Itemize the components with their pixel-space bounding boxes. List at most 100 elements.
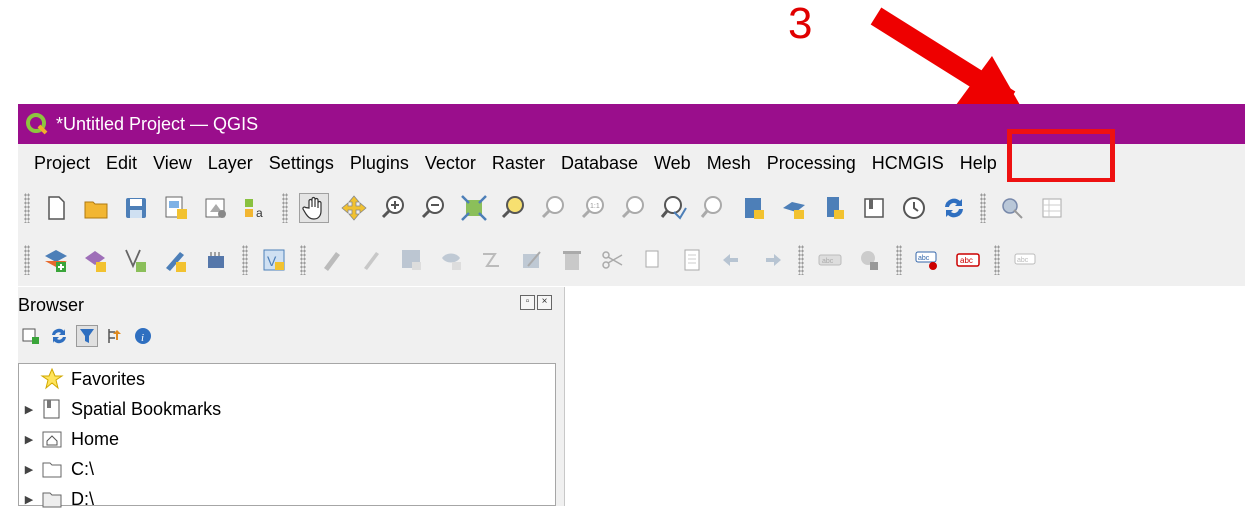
pin-label-icon[interactable]: abc: [913, 245, 943, 275]
toolbar-grip[interactable]: [24, 245, 30, 275]
new-temporary-layer-icon[interactable]: [201, 245, 231, 275]
save-project-icon[interactable]: [121, 193, 151, 223]
pan-to-selection-icon[interactable]: [339, 193, 369, 223]
current-edits-icon[interactable]: [317, 245, 347, 275]
menu-mesh[interactable]: Mesh: [699, 153, 759, 174]
modify-attributes-icon[interactable]: [517, 245, 547, 275]
menu-project[interactable]: Project: [18, 153, 98, 174]
tree-item-d-drive[interactable]: ▶ D:\: [19, 484, 94, 514]
digitize-pencil-icon[interactable]: [161, 245, 191, 275]
menu-raster[interactable]: Raster: [484, 153, 553, 174]
new-3d-map-view-icon[interactable]: [739, 193, 769, 223]
zoom-next-icon[interactable]: [659, 193, 689, 223]
zoom-to-layer-icon[interactable]: [539, 193, 569, 223]
new-spatial-bookmark-icon[interactable]: [779, 193, 809, 223]
toolbar-grip[interactable]: [300, 245, 306, 275]
menu-processing[interactable]: Processing: [759, 153, 864, 174]
show-bookmarks-icon[interactable]: [819, 193, 849, 223]
menu-plugins[interactable]: Plugins: [342, 153, 417, 174]
delete-selected-icon[interactable]: [557, 245, 587, 275]
qgis-logo-icon: [26, 113, 48, 135]
tree-item-favorites[interactable]: Favorites: [19, 364, 145, 394]
copy-features-icon[interactable]: [637, 245, 667, 275]
toolbar-grip[interactable]: [282, 193, 288, 223]
drive-folder-icon: [39, 487, 65, 511]
undo-icon[interactable]: [717, 245, 747, 275]
temporal-controller-icon[interactable]: [859, 193, 889, 223]
tree-item-c-drive[interactable]: ▶ C:\: [19, 454, 94, 484]
tree-item-label: Home: [71, 428, 120, 449]
new-print-layout-icon[interactable]: [161, 193, 191, 223]
panel-float-icon[interactable]: ▫: [520, 295, 535, 310]
move-label-icon[interactable]: abc: [1011, 245, 1041, 275]
new-geopackage-layer-icon[interactable]: [81, 245, 111, 275]
add-feature-icon[interactable]: [437, 245, 467, 275]
toolbar-grip[interactable]: [994, 245, 1000, 275]
toolbar-grip[interactable]: [980, 193, 986, 223]
digitize-vertex-icon[interactable]: [121, 245, 151, 275]
toolbar-grip[interactable]: [242, 245, 248, 275]
menu-vector[interactable]: Vector: [417, 153, 484, 174]
cut-features-icon[interactable]: [597, 245, 627, 275]
menu-web[interactable]: Web: [646, 153, 699, 174]
menu-help[interactable]: Help: [952, 153, 1005, 174]
redo-icon[interactable]: [757, 245, 787, 275]
map-canvas[interactable]: [565, 287, 1245, 506]
pan-icon[interactable]: [299, 193, 329, 223]
expand-caret-icon[interactable]: ▶: [19, 493, 39, 506]
tree-item-label: Spatial Bookmarks: [71, 398, 222, 419]
tree-item-home[interactable]: ▶ Home: [19, 424, 119, 454]
menu-edit[interactable]: Edit: [98, 153, 145, 174]
label-toolbar-icon[interactable]: abc: [815, 245, 845, 275]
open-project-icon[interactable]: [81, 193, 111, 223]
virtual-layer-icon[interactable]: V: [259, 245, 289, 275]
zoom-in-icon[interactable]: [379, 193, 409, 223]
zoom-to-selection-icon[interactable]: [499, 193, 529, 223]
star-icon: [39, 367, 65, 391]
expand-caret-icon[interactable]: ▶: [19, 463, 39, 476]
menu-layer[interactable]: Layer: [200, 153, 261, 174]
menu-settings[interactable]: Settings: [261, 153, 342, 174]
save-edits-icon[interactable]: [397, 245, 427, 275]
toolbar-grip[interactable]: [24, 193, 30, 223]
data-source-manager-icon[interactable]: [41, 245, 71, 275]
zoom-out-icon[interactable]: [419, 193, 449, 223]
panel-close-icon[interactable]: ×: [537, 295, 552, 310]
identify-icon[interactable]: [939, 193, 969, 223]
toolbar-grip[interactable]: [798, 245, 804, 275]
refresh-icon[interactable]: [48, 325, 70, 347]
vertex-tool-icon[interactable]: [477, 245, 507, 275]
diagram-icon[interactable]: [855, 245, 885, 275]
zoom-native-icon[interactable]: 1:1: [579, 193, 609, 223]
zoom-last-icon[interactable]: [619, 193, 649, 223]
properties-icon[interactable]: i: [132, 325, 154, 347]
add-selected-layers-icon[interactable]: [20, 325, 42, 347]
expand-caret-icon[interactable]: ▶: [19, 403, 39, 416]
tree-item-label: Favorites: [71, 368, 146, 389]
new-project-icon[interactable]: [41, 193, 71, 223]
svg-text:1:1: 1:1: [590, 203, 600, 210]
expand-caret-icon[interactable]: ▶: [19, 433, 39, 446]
folder-icon: [39, 457, 65, 481]
toggle-editing-icon[interactable]: [357, 245, 387, 275]
filter-icon[interactable]: [76, 325, 98, 347]
menu-hcmgis[interactable]: HCMGIS: [864, 153, 952, 174]
svg-text:a: a: [256, 206, 263, 220]
browser-tree: Favorites ▶ Spatial Bookmarks ▶ Home ▶ C…: [18, 363, 556, 509]
collapse-all-icon[interactable]: [104, 325, 126, 347]
menu-database[interactable]: Database: [553, 153, 646, 174]
zoom-full-icon[interactable]: [459, 193, 489, 223]
menu-view[interactable]: View: [145, 153, 200, 174]
paste-features-icon[interactable]: [677, 245, 707, 275]
tree-item-spatial-bookmarks[interactable]: ▶ Spatial Bookmarks: [19, 394, 221, 424]
attribute-table-icon[interactable]: [997, 193, 1027, 223]
statistics-icon[interactable]: [1037, 193, 1067, 223]
toolbar-grip[interactable]: [896, 245, 902, 275]
home-folder-icon: [39, 427, 65, 451]
style-manager-icon[interactable]: a: [241, 193, 271, 223]
show-hide-labels-icon[interactable]: abc: [953, 245, 983, 275]
new-map-view-icon[interactable]: [699, 193, 729, 223]
refresh-icon[interactable]: [899, 193, 929, 223]
layout-manager-icon[interactable]: [201, 193, 231, 223]
annotation-highlight-box: [1007, 129, 1115, 183]
